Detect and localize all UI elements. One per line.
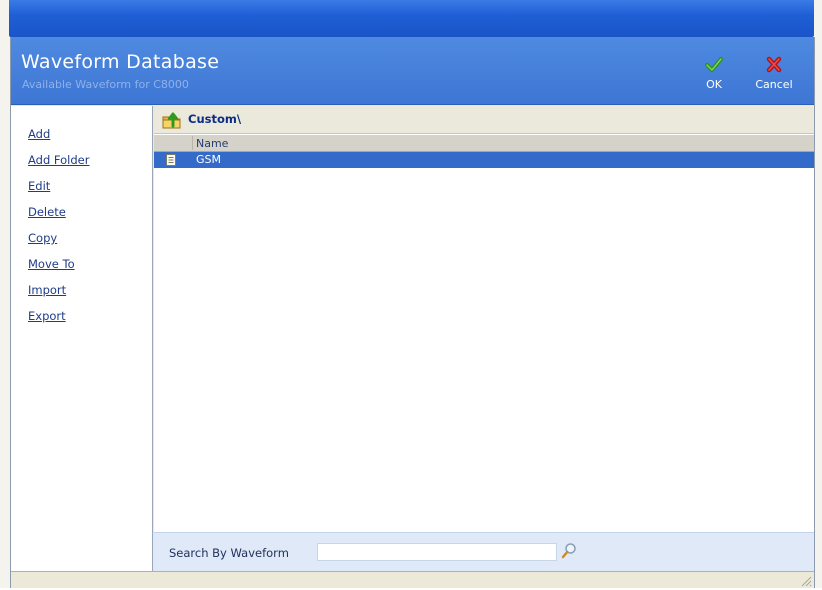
x-icon [752, 55, 796, 77]
page-title: Waveform Database [21, 51, 220, 73]
dialog-frame: Waveform Database Available Waveform for… [10, 37, 815, 588]
action-sidebar: Add Add Folder Edit Delete Copy Move To … [11, 106, 153, 571]
title-bar[interactable] [9, 0, 814, 37]
table-row[interactable]: GSM [154, 152, 814, 168]
column-separator[interactable] [192, 136, 193, 150]
search-input[interactable] [317, 543, 557, 561]
folder-up-icon[interactable] [161, 109, 183, 131]
ok-button[interactable]: OK [692, 55, 736, 95]
folder-bar: Custom\ [154, 106, 814, 134]
list-header: Name [154, 135, 814, 152]
magnifier-icon[interactable] [561, 542, 577, 560]
cancel-button[interactable]: Cancel [752, 55, 796, 95]
status-bar [11, 571, 814, 588]
sidebar-item-move-to[interactable]: Move To [28, 257, 75, 271]
resize-grip-icon[interactable] [800, 575, 812, 587]
folder-path: Custom\ [188, 112, 242, 126]
sidebar-item-add[interactable]: Add [28, 127, 50, 141]
page-subtitle: Available Waveform for C8000 [22, 78, 189, 91]
sidebar-item-delete[interactable]: Delete [28, 205, 66, 219]
sidebar-item-copy[interactable]: Copy [28, 231, 57, 245]
document-icon [166, 154, 176, 166]
checkmark-icon [692, 55, 736, 77]
ok-label: OK [706, 78, 722, 91]
sidebar-item-export[interactable]: Export [28, 309, 66, 323]
row-name-cell: GSM [196, 153, 221, 166]
column-header-name[interactable]: Name [196, 137, 228, 150]
cancel-label: Cancel [755, 78, 793, 91]
dialog-header: Waveform Database Available Waveform for… [11, 37, 814, 105]
sidebar-item-add-folder[interactable]: Add Folder [28, 153, 89, 167]
file-browser: Custom\ Name GSM Search By Waveform [154, 106, 814, 571]
sidebar-item-import[interactable]: Import [28, 283, 66, 297]
search-label: Search By Waveform [169, 546, 289, 560]
window: Waveform Database Available Waveform for… [0, 0, 822, 588]
search-bar: Search By Waveform [154, 532, 814, 571]
sidebar-item-edit[interactable]: Edit [28, 179, 50, 193]
